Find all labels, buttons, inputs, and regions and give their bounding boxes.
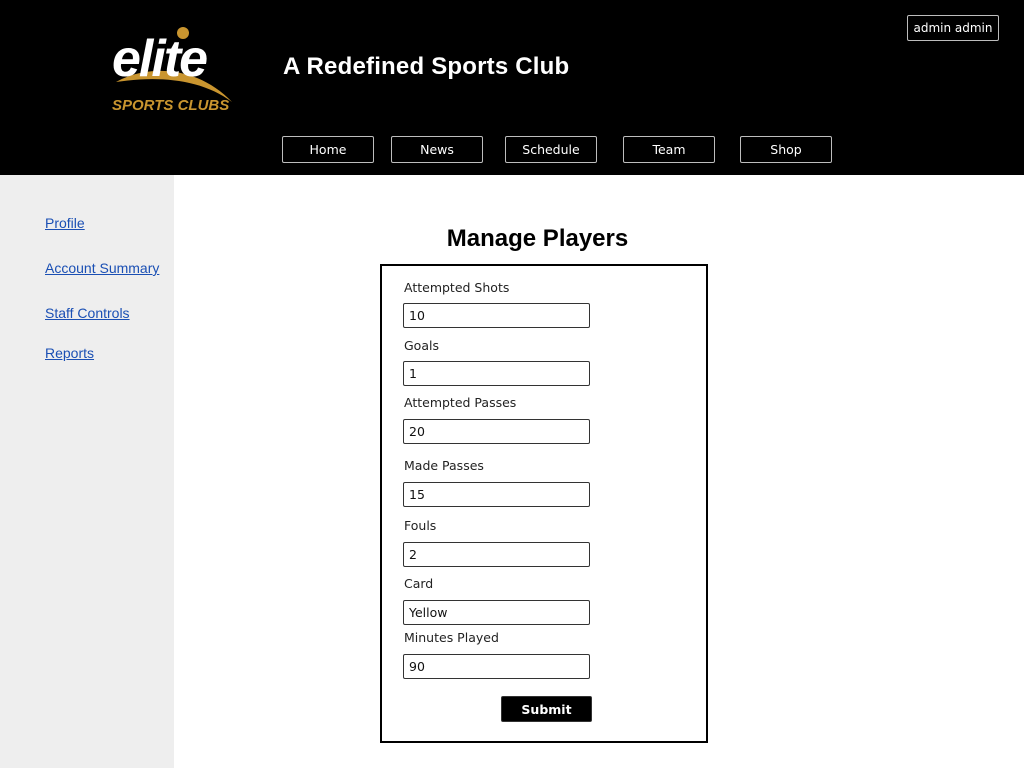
attempted-shots-label: Attempted Shots [404,280,510,295]
sidebar-link-account-summary[interactable]: Account Summary [45,260,159,276]
sidebar-link-staff-controls[interactable]: Staff Controls [45,305,130,321]
site-header: elite SPORTS CLUBS A Redefined Sports Cl… [0,0,1024,175]
minutes-played-input[interactable] [403,654,590,679]
made-passes-input[interactable] [403,482,590,507]
fouls-label: Fouls [404,518,437,533]
nav-shop-button[interactable]: Shop [740,136,832,163]
nav-home-button[interactable]: Home [282,136,374,163]
nav-schedule-button[interactable]: Schedule [505,136,597,163]
fouls-input[interactable] [403,542,590,567]
card-label: Card [404,576,434,591]
attempted-shots-input[interactable] [403,303,590,328]
goals-label: Goals [404,338,439,353]
page-title: Manage Players [446,225,629,252]
made-passes-label: Made Passes [404,458,484,473]
card-input[interactable] [403,600,590,625]
elite-sports-clubs-logo[interactable]: elite SPORTS CLUBS [108,24,258,120]
submit-button[interactable]: Submit [501,696,592,722]
goals-input[interactable] [403,361,590,386]
logo-tagline: SPORTS CLUBS [112,97,229,114]
sidebar-link-reports[interactable]: Reports [45,345,94,361]
attempted-passes-label: Attempted Passes [404,395,517,410]
sidebar-link-profile[interactable]: Profile [45,215,85,231]
site-title: A Redefined Sports Club [283,53,570,80]
user-account-button[interactable]: admin admin [907,15,999,41]
nav-team-button[interactable]: Team [623,136,715,163]
nav-news-button[interactable]: News [391,136,483,163]
minutes-played-label: Minutes Played [404,630,499,645]
attempted-passes-input[interactable] [403,419,590,444]
logo-wordmark: elite [112,30,207,88]
